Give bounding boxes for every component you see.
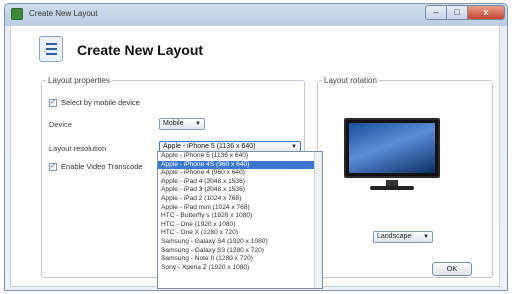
resolution-option[interactable]: Apple - iPhone 4 (960 x 640) [158, 169, 322, 178]
resolution-option[interactable]: Apple - iPhone 4S (960 x 640) [158, 160, 322, 170]
resolution-option[interactable]: Apple - iPad 2 (1024 x 768) [158, 195, 322, 204]
resolution-option[interactable]: Apple - iPad mini (1024 x 768) [158, 204, 322, 213]
layout-rotation-legend: Layout rotation [324, 76, 377, 85]
device-select[interactable]: Mobile ▼ [159, 118, 205, 130]
layout-rotation-select[interactable]: Landscape ▼ [373, 231, 433, 243]
layout-properties-legend: Layout properties [48, 76, 110, 85]
select-by-mobile-checkbox[interactable]: ✓ Select by mobile device [49, 98, 140, 107]
monitor-stand-base [370, 186, 414, 190]
resolution-option[interactable]: HTC - Butterfly s (1920 x 1080) [158, 212, 322, 221]
resolution-option[interactable]: HTC - One X (1280 x 720) [158, 229, 322, 238]
chevron-down-icon: ▼ [195, 121, 201, 127]
resolution-option[interactable]: Samsung - Galaxy S4 (1920 x 1080) [158, 238, 322, 247]
resolution-option[interactable]: Apple - iPhone 5 (1136 x 640) [158, 152, 322, 161]
resolution-option[interactable]: HTC - One (1920 x 1080) [158, 221, 322, 230]
resolution-option[interactable]: Apple - iPad 4 (2048 x 1536) [158, 178, 322, 187]
checkbox-checked-icon: ✓ [49, 162, 57, 171]
page-title: Create New Layout [77, 42, 204, 58]
chevron-down-icon: ▼ [423, 234, 429, 240]
rotation-select-value: Landscape [377, 233, 412, 240]
resolution-options: Apple - iPhone 5 (1136 x 640) Apple - iPh… [158, 152, 322, 272]
layout-resolution-label: Layout resolution [49, 144, 107, 153]
device-label: Device [49, 120, 72, 129]
resolution-option[interactable]: Samsung - Note II (1280 x 720) [158, 255, 322, 264]
resolution-select-value: Apple - iPhone 5 (1136 x 640) [163, 143, 256, 150]
checkbox-checked-icon: ✓ [49, 98, 57, 107]
resolution-option[interactable]: Apple - iPad 3 (2048 x 1536) [158, 186, 322, 195]
select-by-mobile-label: Select by mobile device [61, 98, 140, 107]
dropdown-scrollbar[interactable] [314, 152, 322, 288]
ok-button[interactable]: OK [432, 262, 472, 276]
resolution-option[interactable]: Sony - Xperia Z (1920 x 1080) [158, 264, 322, 273]
enable-video-transcode-checkbox[interactable]: ✓ Enable Video Transcode [49, 162, 143, 171]
video-transcode-label: Enable Video Transcode [61, 162, 143, 171]
device-select-value: Mobile [163, 120, 184, 127]
document-icon [39, 36, 63, 62]
resolution-dropdown-list[interactable]: Apple - iPhone 5 (1136 x 640) Apple - iPh… [157, 151, 323, 289]
resolution-option[interactable]: Samsung - Galaxy S3 (1280 x 720) [158, 247, 322, 256]
monitor-screen [349, 123, 435, 173]
monitor-landscape-image [344, 118, 440, 178]
